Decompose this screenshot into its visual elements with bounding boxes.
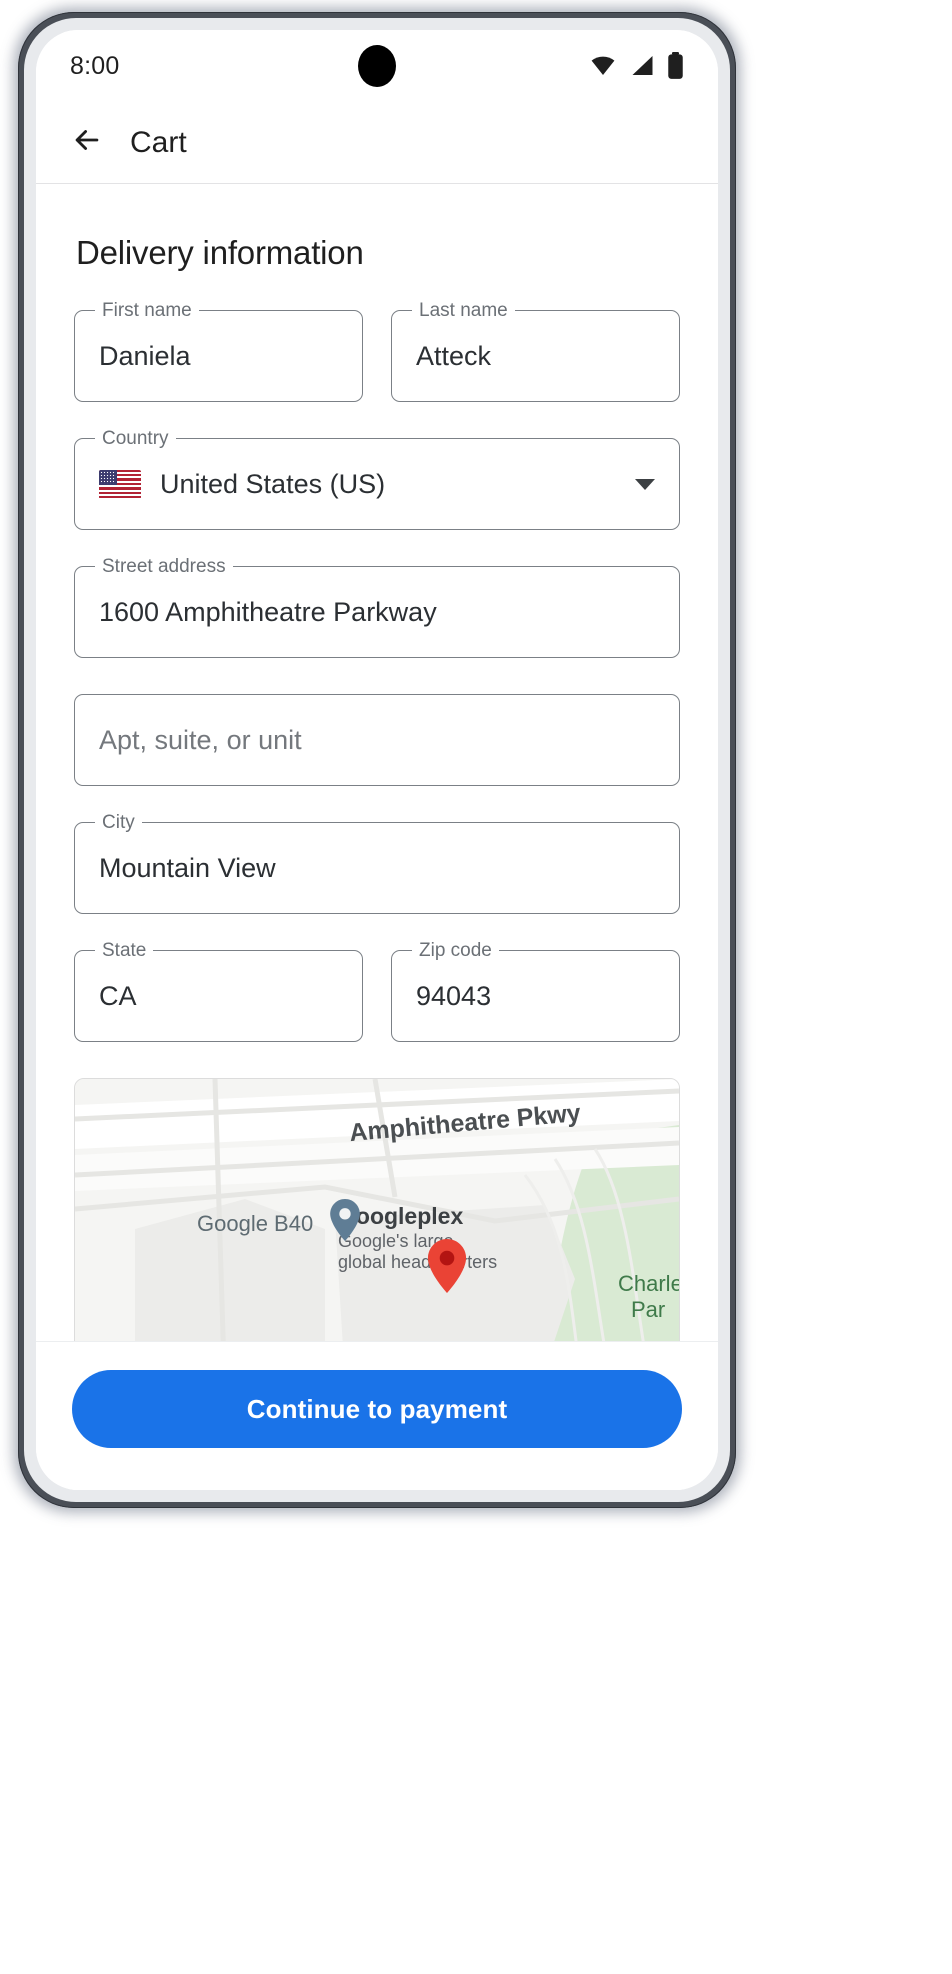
first-name-value: Daniela — [99, 340, 191, 371]
camera-punch-hole — [358, 45, 396, 87]
apt-placeholder: Apt, suite, or unit — [99, 724, 302, 755]
back-button[interactable] — [70, 126, 104, 160]
delivery-form: Delivery information First name Daniela … — [36, 184, 718, 1378]
cellular-signal-icon — [629, 54, 656, 78]
country-field: Country United States (US) — [74, 428, 680, 530]
section-heading: Delivery information — [76, 234, 364, 271]
status-time: 8:00 — [70, 51, 120, 80]
city-label: City — [95, 812, 142, 834]
state-field: State CA — [74, 940, 363, 1042]
street-row: Street address 1600 Amphitheatre Parkway — [74, 556, 680, 658]
zip-value: 94043 — [416, 980, 492, 1011]
phone-screen: 8:00 Cart Delivery information First nam… — [36, 30, 718, 1490]
first-name-label: First name — [95, 300, 199, 322]
status-bar: 8:00 — [36, 30, 718, 102]
city-value: Mountain View — [99, 852, 276, 883]
bottom-action-bar: Continue to payment — [36, 1341, 718, 1490]
last-name-label: Last name — [412, 300, 515, 322]
country-value: United States (US) — [160, 468, 386, 499]
us-flag-icon — [99, 469, 141, 499]
street-address-input[interactable]: Street address 1600 Amphitheatre Parkway — [74, 556, 680, 658]
continue-to-payment-button[interactable]: Continue to payment — [72, 1370, 682, 1448]
zip-field: Zip code 94043 — [391, 940, 680, 1042]
app-bar: Cart — [36, 102, 718, 184]
state-label: State — [95, 940, 154, 962]
last-name-field: Last name Atteck — [391, 300, 680, 402]
city-input[interactable]: City Mountain View — [74, 812, 680, 914]
map-canvas — [75, 1079, 679, 1378]
apt-field: Apt, suite, or unit — [74, 694, 680, 786]
apt-row: Apt, suite, or unit — [74, 694, 680, 786]
screenshot-root: 8:00 Cart Delivery information First nam… — [0, 0, 952, 1974]
city-field: City Mountain View — [74, 812, 680, 914]
zip-label: Zip code — [412, 940, 499, 962]
page-title: Cart — [130, 125, 187, 159]
last-name-value: Atteck — [416, 340, 492, 371]
battery-icon — [667, 52, 684, 80]
street-address-field: Street address 1600 Amphitheatre Parkway — [74, 556, 680, 658]
country-label: Country — [95, 428, 176, 450]
wifi-icon — [588, 54, 618, 78]
last-name-input[interactable]: Last name Atteck — [391, 300, 680, 402]
street-address-value: 1600 Amphitheatre Parkway — [99, 596, 437, 627]
map-preview[interactable]: Amphitheatre Pkwy Google B40 Googleplex … — [74, 1078, 680, 1378]
city-row: City Mountain View — [74, 812, 680, 914]
status-icons — [588, 52, 684, 80]
first-name-field: First name Daniela — [74, 300, 363, 402]
name-row: First name Daniela Last name Atteck — [74, 300, 680, 402]
apt-input[interactable]: Apt, suite, or unit — [74, 694, 680, 786]
first-name-input[interactable]: First name Daniela — [74, 300, 363, 402]
country-select[interactable]: Country United States (US) — [74, 428, 680, 530]
state-input[interactable]: State CA — [74, 940, 363, 1042]
chevron-down-icon[interactable] — [635, 478, 655, 490]
arrow-back-icon — [70, 123, 104, 162]
street-address-label: Street address — [95, 556, 233, 578]
zip-input[interactable]: Zip code 94043 — [391, 940, 680, 1042]
state-zip-row: State CA Zip code 94043 — [74, 940, 680, 1042]
country-row: Country United States (US) — [74, 428, 680, 530]
state-value: CA — [99, 980, 137, 1011]
